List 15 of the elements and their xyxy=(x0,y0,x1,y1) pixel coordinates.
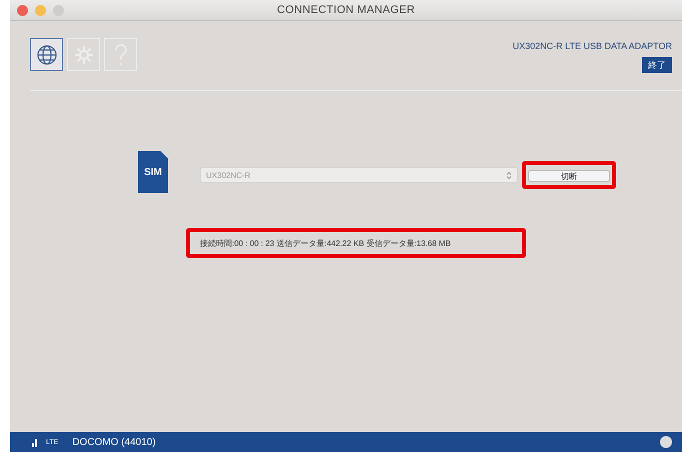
window-title: CONNECTION MANAGER xyxy=(276,4,416,16)
sim-card-icon: SIM xyxy=(138,151,168,193)
connection-stats: 接続時間:00 : 00 : 23 送信データ量:442.22 KB 受信データ量:13.68 MB xyxy=(200,238,451,248)
globe-tab[interactable] xyxy=(30,38,63,71)
signal-icon xyxy=(32,437,40,447)
stepper-arrows-icon xyxy=(506,170,512,180)
close-icon[interactable] xyxy=(17,5,28,16)
disconnect-button[interactable]: 切断 xyxy=(528,170,610,182)
carrier-name: DOCOMO (44010) xyxy=(72,436,156,448)
zoom-icon[interactable] xyxy=(53,5,64,16)
quit-button[interactable]: 終了 xyxy=(642,57,672,73)
minimize-icon[interactable] xyxy=(35,5,46,16)
globe-icon xyxy=(36,44,58,66)
logo-icon xyxy=(660,436,672,448)
device-title: UX302NC-R LTE USB DATA ADAPTOR xyxy=(512,41,672,51)
